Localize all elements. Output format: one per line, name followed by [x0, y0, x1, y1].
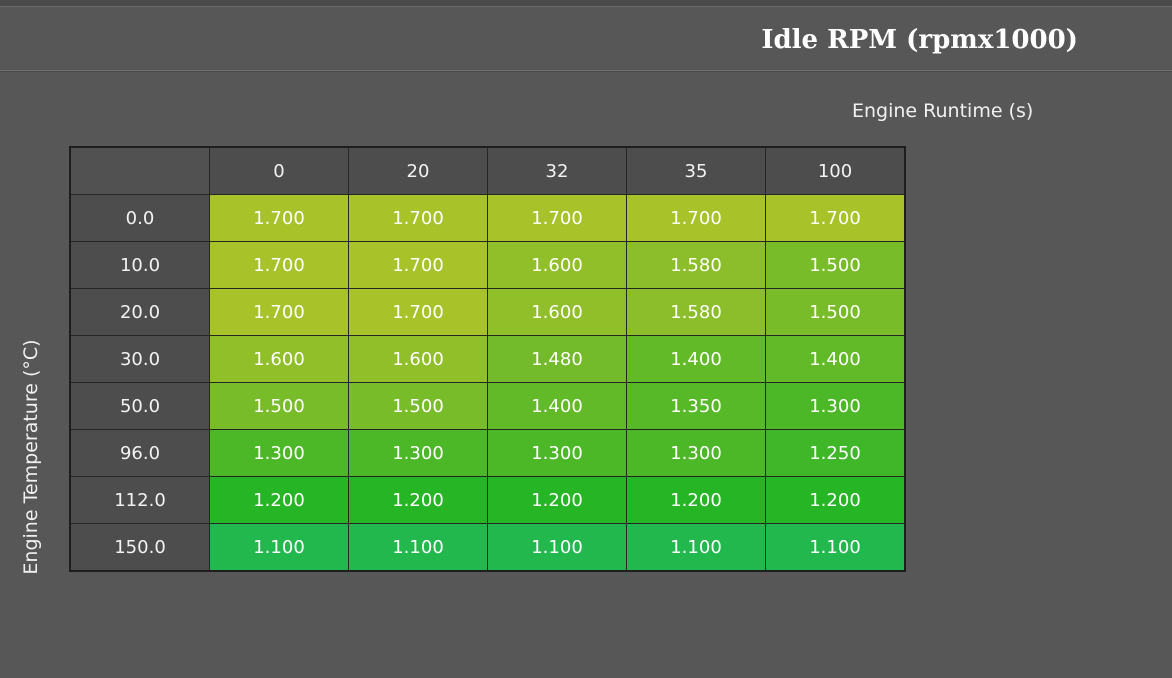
row-header[interactable]: 150.0	[69, 523, 210, 572]
y-axis-label: Engine Temperature (°C)	[20, 339, 42, 575]
row-header[interactable]: 50.0	[69, 382, 210, 430]
value-cell[interactable]: 1.100	[487, 523, 627, 572]
column-header[interactable]: 100	[765, 146, 906, 195]
value-cell[interactable]: 1.200	[209, 476, 349, 524]
row-header[interactable]: 10.0	[69, 241, 210, 289]
value-cell[interactable]: 1.600	[487, 241, 627, 289]
table-row: 0.0 1.700 1.700 1.700 1.700 1.700	[69, 194, 906, 242]
value-cell[interactable]: 1.580	[626, 288, 766, 336]
value-cell[interactable]: 1.250	[765, 429, 906, 477]
window-top-edge	[0, 0, 1172, 7]
column-header[interactable]: 35	[626, 146, 766, 195]
value-cell[interactable]: 1.500	[209, 382, 349, 430]
column-header[interactable]: 20	[348, 146, 488, 195]
column-header[interactable]: 32	[487, 146, 627, 195]
row-header[interactable]: 20.0	[69, 288, 210, 336]
column-header[interactable]: 0	[209, 146, 349, 195]
row-header[interactable]: 112.0	[69, 476, 210, 524]
value-cell[interactable]: 1.700	[348, 288, 488, 336]
value-cell[interactable]: 1.500	[765, 288, 906, 336]
value-cell[interactable]: 1.600	[348, 335, 488, 383]
value-cell[interactable]: 1.480	[487, 335, 627, 383]
value-cell[interactable]: 1.400	[487, 382, 627, 430]
table-row: 112.0 1.200 1.200 1.200 1.200 1.200	[69, 476, 906, 524]
row-header[interactable]: 30.0	[69, 335, 210, 383]
value-cell[interactable]: 1.300	[487, 429, 627, 477]
value-cell[interactable]: 1.580	[626, 241, 766, 289]
table-row: 96.0 1.300 1.300 1.300 1.300 1.250	[69, 429, 906, 477]
value-cell[interactable]: 1.100	[209, 523, 349, 572]
table-row: 50.0 1.500 1.500 1.400 1.350 1.300	[69, 382, 906, 430]
idle-rpm-table: 0 20 32 35 100 0.0 1.700 1.700 1.700 1.700 1.700 10…	[69, 146, 906, 572]
value-cell[interactable]: 1.500	[348, 382, 488, 430]
value-cell[interactable]: 1.100	[765, 523, 906, 572]
row-header[interactable]: 96.0	[69, 429, 210, 477]
corner-cell	[69, 146, 210, 195]
table-row: 150.0 1.100 1.100 1.100 1.100 1.100	[69, 523, 906, 572]
table-row: 20.0 1.700 1.700 1.600 1.580 1.500	[69, 288, 906, 336]
value-cell[interactable]: 1.300	[765, 382, 906, 430]
table-header-bar: Idle RPM (rpmx1000)	[0, 7, 1172, 71]
value-cell[interactable]: 1.600	[209, 335, 349, 383]
value-cell[interactable]: 1.200	[626, 476, 766, 524]
column-header-row: 0 20 32 35 100	[69, 146, 906, 195]
value-cell[interactable]: 1.700	[348, 241, 488, 289]
value-cell[interactable]: 1.400	[626, 335, 766, 383]
value-cell[interactable]: 1.700	[209, 241, 349, 289]
value-cell[interactable]: 1.300	[626, 429, 766, 477]
value-cell[interactable]: 1.400	[765, 335, 906, 383]
value-cell[interactable]: 1.700	[348, 194, 488, 242]
value-cell[interactable]: 1.700	[626, 194, 766, 242]
value-cell[interactable]: 1.300	[209, 429, 349, 477]
x-axis-label: Engine Runtime (s)	[852, 100, 1034, 122]
value-cell[interactable]: 1.200	[765, 476, 906, 524]
value-cell[interactable]: 1.700	[209, 194, 349, 242]
value-cell[interactable]: 1.200	[348, 476, 488, 524]
value-cell[interactable]: 1.600	[487, 288, 627, 336]
value-cell[interactable]: 1.100	[348, 523, 488, 572]
value-cell[interactable]: 1.200	[487, 476, 627, 524]
value-cell[interactable]: 1.500	[765, 241, 906, 289]
table-title: Idle RPM (rpmx1000)	[761, 25, 1078, 55]
value-cell[interactable]: 1.300	[348, 429, 488, 477]
table-row: 10.0 1.700 1.700 1.600 1.580 1.500	[69, 241, 906, 289]
value-cell[interactable]: 1.350	[626, 382, 766, 430]
row-header[interactable]: 0.0	[69, 194, 210, 242]
value-cell[interactable]: 1.700	[209, 288, 349, 336]
value-cell[interactable]: 1.700	[487, 194, 627, 242]
value-cell[interactable]: 1.100	[626, 523, 766, 572]
table-row: 30.0 1.600 1.600 1.480 1.400 1.400	[69, 335, 906, 383]
value-cell[interactable]: 1.700	[765, 194, 906, 242]
